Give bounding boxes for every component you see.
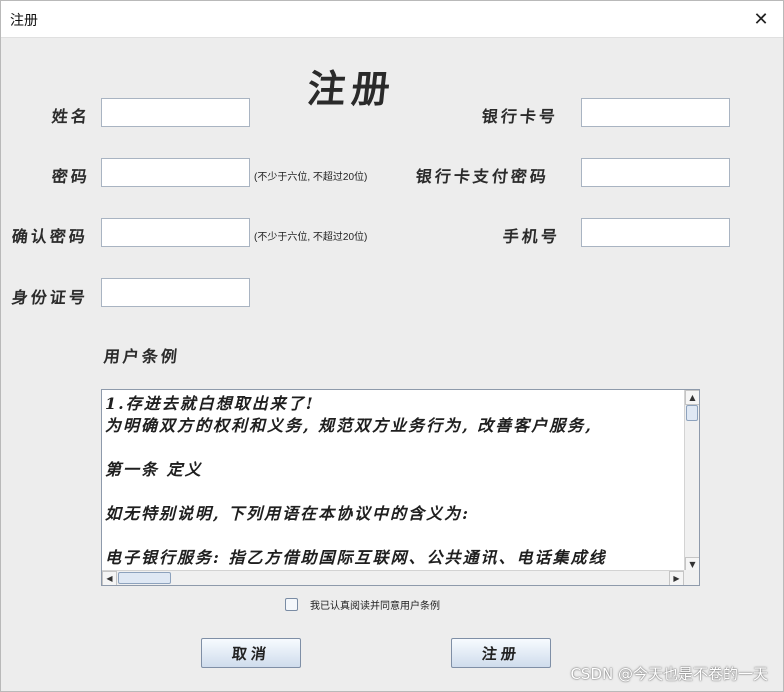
cancel-button-label: 取消 [230,644,271,663]
terms-line: 电子银行服务: 指乙方借助国际互联网、公共通讯、电话集成线 [105,548,607,567]
horizontal-scroll-thumb[interactable] [118,572,171,584]
confirm-password-field[interactable] [101,218,250,247]
bank-card-field[interactable] [581,98,730,127]
terms-line: 如无特别说明, 下列用语在本协议中的含义为: [105,504,471,523]
title-bar: 注册 ✕ [0,0,784,38]
cancel-button[interactable]: 取消 [201,638,301,668]
confirm-password-label: 确认密码 [10,227,89,246]
password-field[interactable] [101,158,250,187]
arrow-right-icon[interactable]: ▶ [669,571,684,585]
terms-content: 1.存进去就白想取出来了! 为明确双方的权利和义务, 规范双方业务行为, 改善客… [102,390,684,570]
bank-card-label: 银行卡号 [480,107,559,126]
terms-line: 1.存进去就白想取出来了! [105,394,315,413]
agree-label: 我已认真阅读并同意用户条例 [310,600,440,612]
vertical-scrollbar[interactable]: ▲ ▼ [684,390,699,572]
register-button[interactable]: 注册 [451,638,551,668]
pay-password-label: 银行卡支付密码 [414,167,550,186]
page-title: 注册 [305,66,399,111]
phone-field[interactable] [581,218,730,247]
terms-line: 为明确双方的权利和义务, 规范双方业务行为, 改善客户服务, [105,416,593,435]
terms-title: 用户条例 [102,347,181,366]
close-icon[interactable]: ✕ [738,0,784,38]
window-title: 注册 [10,13,38,29]
agree-row[interactable]: 我已认真阅读并同意用户条例 [285,597,440,612]
pay-password-field[interactable] [581,158,730,187]
arrow-up-icon[interactable]: ▲ [685,390,699,405]
scroll-corner [684,570,699,585]
confirm-password-hint: (不少于六位, 不超过20位) [254,232,368,243]
watermark: CSDN @今天也是不卷的一天 [570,665,768,683]
id-number-field[interactable] [101,278,250,307]
vertical-scroll-thumb[interactable] [686,405,698,421]
password-label: 密码 [50,167,91,186]
arrow-left-icon[interactable]: ◀ [102,571,117,585]
agree-checkbox[interactable] [285,597,298,611]
name-field[interactable] [101,98,250,127]
horizontal-scrollbar[interactable]: ◀ ▶ [102,570,684,585]
terms-textarea[interactable]: 1.存进去就白想取出来了! 为明确双方的权利和义务, 规范双方业务行为, 改善客… [101,389,700,586]
phone-label: 手机号 [501,227,561,246]
name-label: 姓名 [50,107,91,126]
terms-line: 第一条 定义 [105,460,203,479]
password-hint: (不少于六位, 不超过20位) [254,172,368,183]
register-button-label: 注册 [480,644,521,663]
id-number-label: 身份证号 [10,288,89,307]
